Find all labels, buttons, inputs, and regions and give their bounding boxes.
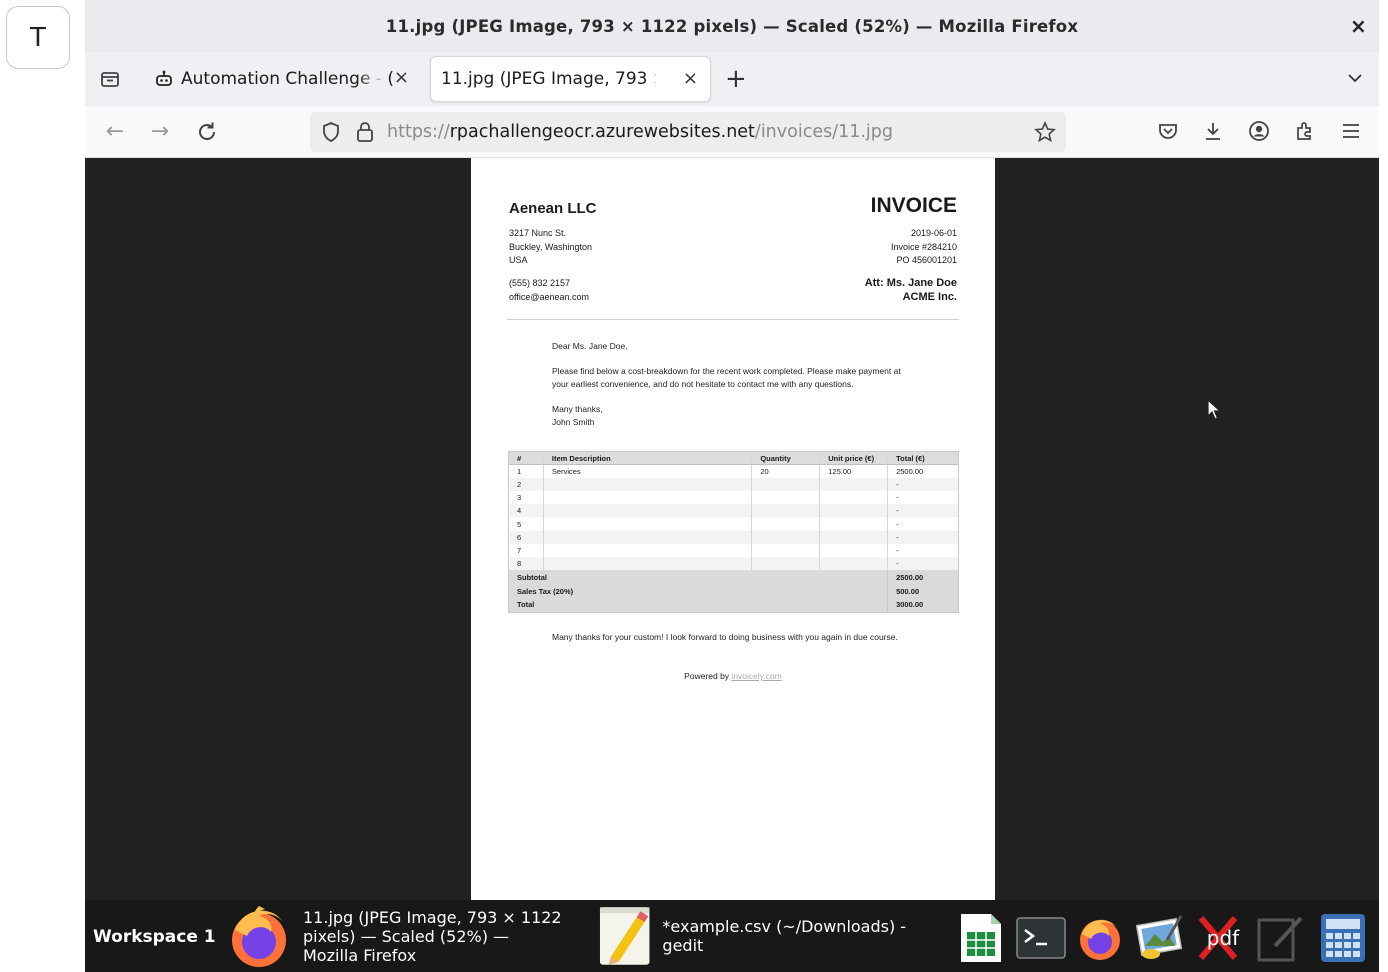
window-close-button[interactable]: × <box>1350 14 1367 38</box>
letter-body: Please find below a cost-breakdown for t… <box>552 366 901 389</box>
firefox-launcher-icon[interactable] <box>1075 912 1127 964</box>
table-row: 2- <box>508 477 959 492</box>
table-row: 8- <box>508 557 959 571</box>
shield-icon[interactable] <box>320 121 342 143</box>
url-text[interactable]: https://rpachallengeocr.azurewebsites.ne… <box>387 122 893 142</box>
tab-invoice-image[interactable]: 11.jpg (JPEG Image, 793 × 1 × <box>430 56 711 102</box>
taskbar: Workspace 1 11.jpg (JPEG Image, 793 × 11… <box>85 900 1379 972</box>
table-row: 6- <box>508 530 959 544</box>
letter-greeting: Dear Ms. Jane Doe, <box>552 341 628 351</box>
firefox-window: 11.jpg (JPEG Image, 793 × 1122 pixels) —… <box>85 0 1379 900</box>
extensions-icon[interactable] <box>1294 120 1316 142</box>
subtotal-row: Subtotal 2500.00 <box>508 570 959 585</box>
window-title: 11.jpg (JPEG Image, 793 × 1122 pixels) —… <box>385 16 1079 36</box>
taskbar-task-label: *example.csv (~/Downloads) - gedit <box>662 917 907 955</box>
powered-by-link: invoicely.com <box>731 671 782 681</box>
account-icon[interactable] <box>1248 120 1270 142</box>
image-viewer-icon[interactable] <box>1135 912 1187 964</box>
table-row: 7- <box>508 543 959 557</box>
reload-icon[interactable] <box>195 120 219 144</box>
pdf-tool[interactable]: pdf <box>1195 912 1247 964</box>
firefox-icon <box>232 906 286 967</box>
powered-by: Powered by invoicely.com <box>684 671 782 681</box>
chevron-down-icon[interactable] <box>1345 68 1365 88</box>
new-tab-button[interactable]: + <box>725 64 747 94</box>
corner-letter-badge: T <box>6 6 70 69</box>
lock-icon[interactable] <box>355 121 375 143</box>
tab-automation-challenge[interactable]: Automation Challenge - ( × <box>143 56 421 102</box>
total-row: Total 3000.00 <box>508 598 959 613</box>
robot-icon <box>156 70 172 86</box>
table-row: 4- <box>508 504 959 518</box>
menu-icon[interactable] <box>1340 120 1362 142</box>
bookmark-star-icon[interactable] <box>1034 121 1056 143</box>
image-viewer: Aenean LLC INVOICE 3217 Nunc St. Buckley… <box>85 158 1379 900</box>
terminal-icon[interactable] <box>1015 912 1067 964</box>
table-row: 5- <box>508 517 959 531</box>
taskbar-task-label: 11.jpg (JPEG Image, 793 × 1122 pixels) —… <box>303 907 562 965</box>
taskbar-firefox-window[interactable]: 11.jpg (JPEG Image, 793 × 1122 pixels) —… <box>225 900 593 972</box>
company-address: 3217 Nunc St. Buckley, Washington USA <box>509 228 593 265</box>
download-icon[interactable] <box>1202 120 1224 142</box>
tab-close-button[interactable]: × <box>394 67 409 88</box>
navigation-toolbar: ← → https://rpachallengeocr.azurewebsite… <box>85 106 1379 158</box>
invoice-attention: Att: Ms. Jane Doe ACME Inc. <box>864 277 957 303</box>
taskbar-gedit-window[interactable]: *example.csv (~/Downloads) - gedit <box>597 900 949 972</box>
tab-title: 11.jpg (JPEG Image, 793 × 1 <box>441 69 656 89</box>
table-row: 3- <box>508 491 959 505</box>
mouse-cursor-icon <box>1207 399 1222 420</box>
workspace-label[interactable]: Workspace 1 <box>93 927 216 947</box>
closing-note: Many thanks for your custom! I look forw… <box>552 632 898 642</box>
letter-signoff: Many thanks, John Smith <box>552 404 603 427</box>
spreadsheet-icon[interactable] <box>955 912 1007 964</box>
divider <box>507 319 959 320</box>
invoice-company-name: Aenean LLC <box>509 200 597 217</box>
invoice-image[interactable]: Aenean LLC INVOICE 3217 Nunc St. Buckley… <box>471 158 995 900</box>
calculator-icon[interactable] <box>1317 912 1369 964</box>
text-editor-icon <box>599 907 650 965</box>
window-titlebar: 11.jpg (JPEG Image, 793 × 1122 pixels) —… <box>85 0 1379 52</box>
tab-bar: Automation Challenge - ( × 11.jpg (JPEG … <box>85 52 1379 106</box>
back-button[interactable]: ← <box>103 120 127 144</box>
invoice-meta: 2019-06-01 Invoice #284210 PO 456001201 <box>890 228 957 265</box>
firefox-view-icon[interactable] <box>99 68 121 90</box>
invoice-items-table: # Item Description Quantity Unit price (… <box>508 451 959 613</box>
notes-editor-icon[interactable] <box>1255 912 1307 964</box>
forward-button[interactable]: → <box>148 120 172 144</box>
pocket-icon[interactable] <box>1157 120 1179 142</box>
tab-close-button[interactable]: × <box>683 68 698 89</box>
table-row: 1 Services 20 125.00 2500.00 <box>508 464 959 478</box>
url-bar[interactable]: https://rpachallengeocr.azurewebsites.ne… <box>310 112 1066 152</box>
invoice-heading: INVOICE <box>870 194 957 217</box>
tax-row: Sales Tax (20%) 500.00 <box>508 584 959 599</box>
company-contact: (555) 832 2157 office@aenean.com <box>509 278 590 302</box>
pdf-label: pdf <box>1206 926 1240 950</box>
table-header-row: # Item Description Quantity Unit price (… <box>508 451 959 466</box>
